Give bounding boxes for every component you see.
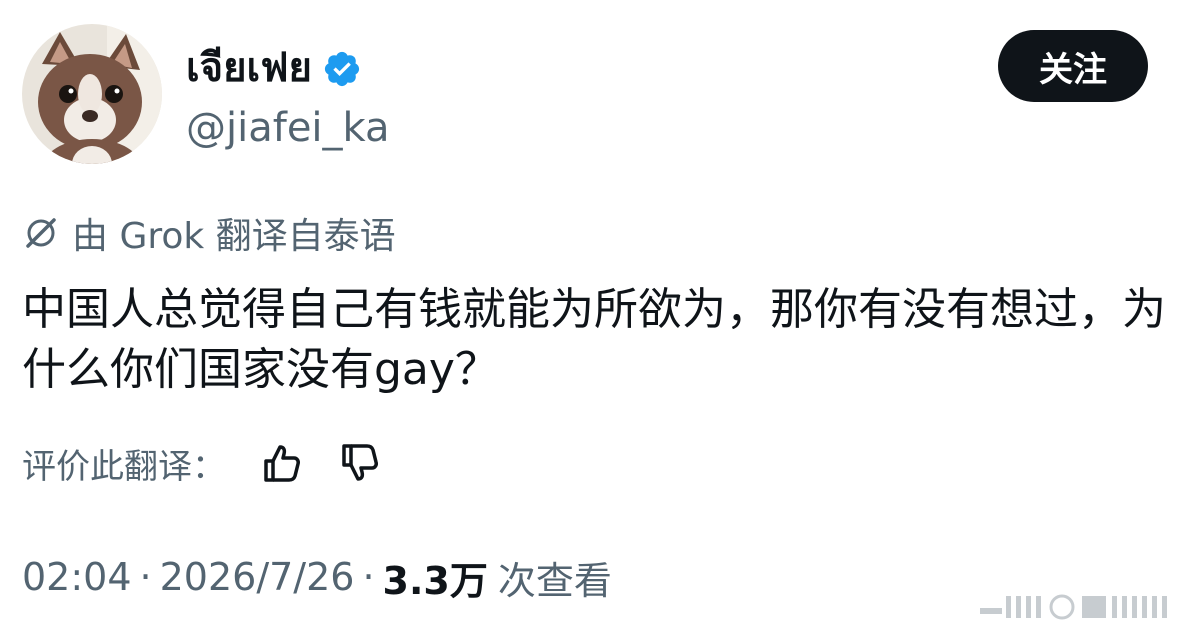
tweet-metadata: 02:04 · 2026/7/26 · 3.3万 次查看 — [22, 548, 612, 606]
translation-notice[interactable]: 由 Grok 翻译自泰语 — [22, 206, 396, 260]
follow-button[interactable]: 关注 — [998, 30, 1148, 102]
thumbs-down-icon[interactable] — [338, 441, 382, 485]
tweet-time[interactable]: 02:04 — [22, 555, 132, 599]
tweet-text: 中国人总觉得自己有钱就能为所欲为，那你有没有想过，为什么你们国家没有gay？ — [22, 284, 1166, 395]
tweet-date[interactable]: 2026/7/26 — [160, 555, 355, 599]
views-label: 次查看 — [497, 558, 612, 603]
views-count: 3.3万 — [382, 558, 488, 603]
user-handle[interactable]: @jiafei_ka — [186, 100, 390, 156]
verified-badge-icon — [322, 48, 362, 88]
rate-translation-row: 评价此翻译： — [22, 436, 382, 490]
meta-separator: · — [362, 555, 375, 599]
rate-translation-label: 评价此翻译： — [22, 446, 226, 487]
meta-separator: · — [139, 555, 152, 599]
display-name-row[interactable]: เจียเฟย — [186, 40, 362, 96]
translation-label: 由 Grok 翻译自泰语 — [72, 216, 396, 257]
avatar[interactable] — [22, 24, 162, 164]
grok-icon — [26, 218, 56, 248]
display-name[interactable]: เจียเฟย — [186, 40, 312, 96]
watermark — [980, 594, 1167, 620]
thumbs-up-icon[interactable] — [260, 441, 304, 485]
